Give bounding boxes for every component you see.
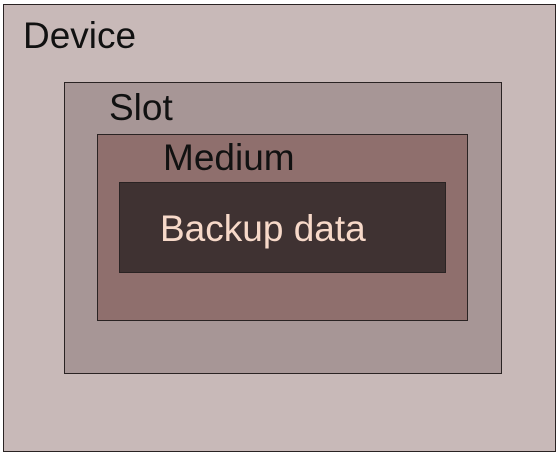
- medium-label: Medium: [163, 137, 295, 178]
- device-label: Device: [23, 15, 137, 56]
- backup-data-label: Backup data: [160, 208, 366, 249]
- slot-label: Slot: [109, 87, 173, 128]
